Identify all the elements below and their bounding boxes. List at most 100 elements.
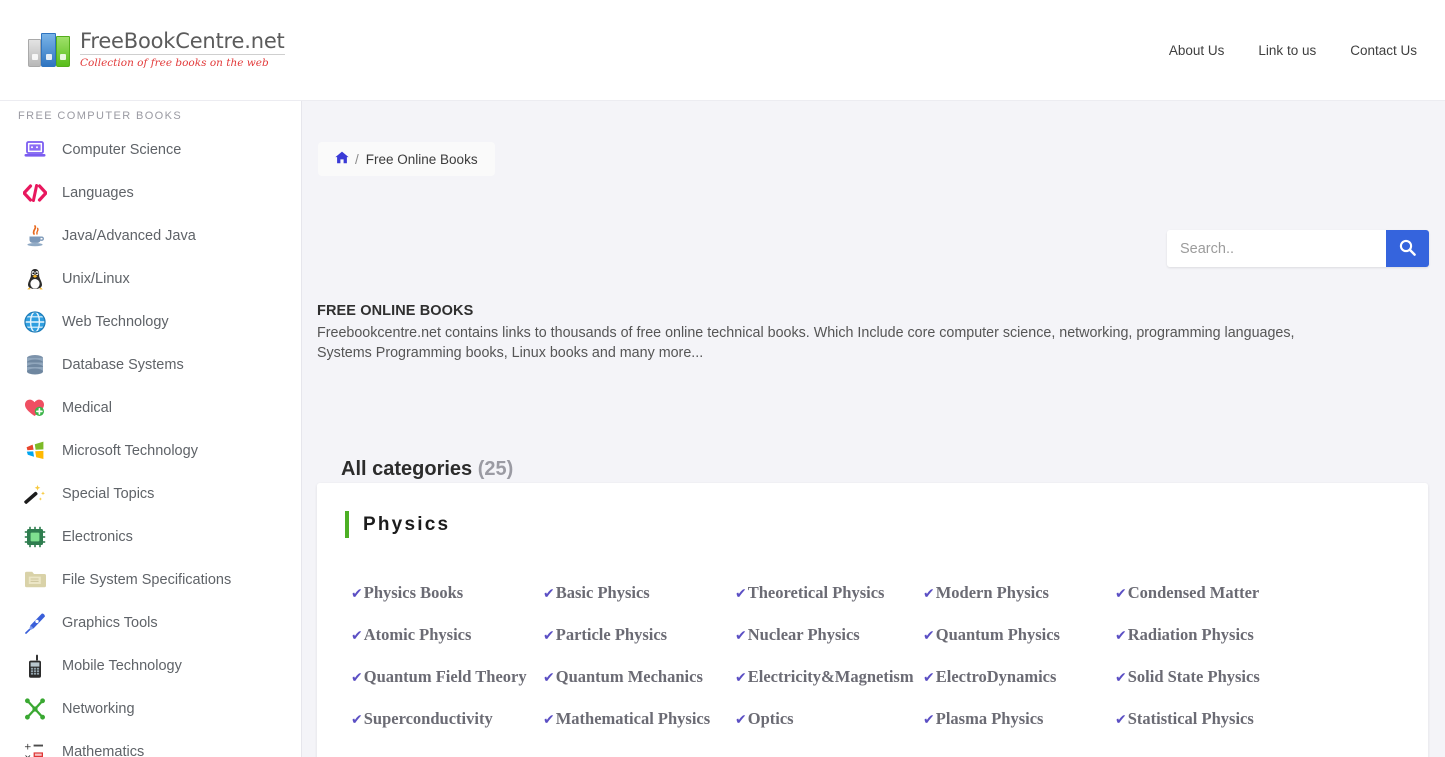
category-link[interactable]: ✔ Optics [735,709,923,729]
sidebar-item-file-system-specifications[interactable]: File System Specifications [0,558,301,601]
nav-contact-us[interactable]: Contact Us [1350,43,1417,58]
site-header: FreeBookCentre.net Collection of free bo… [0,0,1445,101]
mobile-phone-icon [22,653,48,679]
sidebar-item-label: Medical [62,399,112,416]
folder-icon [22,567,48,593]
category-link[interactable]: ✔ Condensed Matter [1115,583,1315,603]
home-icon[interactable] [335,151,349,167]
sidebar-item-languages[interactable]: Languages [0,171,301,214]
category-link-label: Atomic Physics [363,625,472,644]
category-link[interactable]: ✔ Superconductivity [351,709,543,729]
category-link-label: Nuclear Physics [747,625,860,644]
category-link-label: Quantum Physics [935,625,1060,644]
sidebar-item-medical[interactable]: Medical [0,386,301,429]
logo-tagline: Collection of free books on the web [80,57,269,70]
category-card-physics: Physics ✔ Physics Books ✔ Basic Physics ✔ T… [317,483,1428,757]
site-logo[interactable]: FreeBookCentre.net Collection of free bo… [28,31,285,69]
code-brackets-icon [22,180,48,206]
sidebar-item-label: Java/Advanced Java [62,227,196,244]
sidebar-item-mathematics[interactable]: +× Mathematics [0,730,301,757]
svg-text:+: + [24,742,32,752]
java-coffee-icon [22,223,48,249]
category-link[interactable]: ✔ Basic Physics [543,583,735,603]
sidebar-item-label: Languages [62,184,134,201]
sidebar-item-label: Mobile Technology [62,657,182,674]
penguin-icon [22,266,48,292]
category-link[interactable]: ✔ Plasma Physics [923,709,1115,729]
category-link[interactable]: ✔ Atomic Physics [351,625,543,645]
category-link-label: Particle Physics [555,625,668,644]
intro-section: FREE ONLINE BOOKS Freebookcentre.net con… [317,303,1347,363]
breadcrumb-separator: / [355,151,359,167]
check-icon: ✔ [1115,586,1127,602]
sidebar-item-label: Database Systems [62,356,184,373]
check-icon: ✔ [351,670,363,686]
logo-title: FreeBookCentre.net [80,29,285,56]
category-link[interactable]: ✔ Electricity&Magnetism [735,667,923,687]
check-icon: ✔ [735,712,747,728]
sidebar-item-label: Special Topics [62,485,155,502]
check-icon: ✔ [351,586,363,602]
search-bar [1167,230,1429,267]
chip-icon [22,524,48,550]
search-button[interactable] [1386,230,1429,267]
category-link-label: Plasma Physics [935,709,1044,728]
sidebar-item-computer-science[interactable]: Computer Science [0,128,301,171]
sidebar-item-java[interactable]: Java/Advanced Java [0,214,301,257]
check-icon: ✔ [1115,712,1127,728]
category-link-label: Electricity&Magnetism [747,667,914,686]
category-link-label: Physics Books [363,583,464,602]
sidebar-heading: FREE COMPUTER BOOKS [18,110,183,122]
category-link[interactable]: ✔ Statistical Physics [1115,709,1315,729]
sidebar-item-electronics[interactable]: Electronics [0,515,301,558]
category-link-label: Quantum Field Theory [363,667,527,686]
sidebar-item-web-technology[interactable]: Web Technology [0,300,301,343]
category-link-label: Radiation Physics [1127,625,1254,644]
sidebar-item-label: Unix/Linux [62,270,130,287]
sidebar: FREE COMPUTER BOOKS Computer Science Lan… [0,101,302,757]
category-link[interactable]: ✔ Quantum Mechanics [543,667,735,687]
category-link-label: Superconductivity [363,709,493,728]
sidebar-item-label: Networking [62,700,135,717]
category-link[interactable]: ✔ Nuclear Physics [735,625,923,645]
all-categories-count: (25) [477,458,514,480]
nav-about-us[interactable]: About Us [1169,43,1225,58]
sidebar-item-special-topics[interactable]: Special Topics [0,472,301,515]
category-link[interactable]: ✔ ElectroDynamics [923,667,1115,687]
check-icon: ✔ [351,712,363,728]
category-link[interactable]: ✔ Quantum Field Theory [351,667,543,687]
category-link[interactable]: ✔ Quantum Physics [923,625,1115,645]
all-categories-title: All categories [341,458,473,480]
check-icon: ✔ [735,586,747,602]
category-link[interactable]: ✔ Solid State Physics [1115,667,1315,687]
check-icon: ✔ [543,670,555,686]
category-link[interactable]: ✔ Modern Physics [923,583,1115,603]
sidebar-item-unix-linux[interactable]: Unix/Linux [0,257,301,300]
nav-link-to-us[interactable]: Link to us [1258,43,1316,58]
globe-icon [22,309,48,335]
check-icon: ✔ [735,628,747,644]
category-link-label: ElectroDynamics [935,667,1057,686]
sidebar-item-label: Computer Science [62,141,182,158]
category-link[interactable]: ✔ Particle Physics [543,625,735,645]
sidebar-item-label: Electronics [62,528,133,545]
category-link-label: Optics [747,709,794,728]
category-link[interactable]: ✔ Radiation Physics [1115,625,1315,645]
sidebar-item-microsoft-technology[interactable]: Microsoft Technology [0,429,301,472]
category-link-label: Quantum Mechanics [555,667,703,686]
category-link-label: Solid State Physics [1127,667,1260,686]
sidebar-item-graphics-tools[interactable]: Graphics Tools [0,601,301,644]
category-link-label: Theoretical Physics [747,583,885,602]
sidebar-item-mobile-technology[interactable]: Mobile Technology [0,644,301,687]
category-link[interactable]: ✔ Theoretical Physics [735,583,923,603]
magic-wand-icon [22,481,48,507]
check-icon: ✔ [923,712,935,728]
sidebar-item-networking[interactable]: Networking [0,687,301,730]
breadcrumb-current[interactable]: Free Online Books [366,152,478,167]
category-link[interactable]: ✔ Mathematical Physics [543,709,735,729]
category-accent-bar [345,511,349,538]
search-input[interactable] [1167,230,1386,267]
category-link[interactable]: ✔ Physics Books [351,583,543,603]
sidebar-item-database-systems[interactable]: Database Systems [0,343,301,386]
top-navigation: About Us Link to us Contact Us [1169,43,1417,58]
